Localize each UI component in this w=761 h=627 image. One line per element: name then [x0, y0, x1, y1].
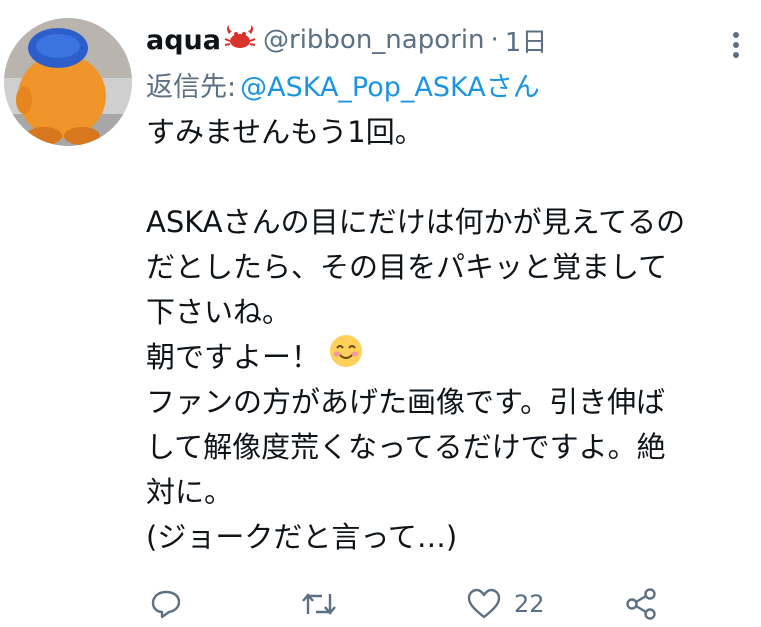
tweet[interactable]: aqua @ribbon_naporin · 1日 返信先: @ASKA_Pop… [0, 0, 761, 627]
tweet-text-line: して解像度荒くなってるだけですよ。絶 [146, 430, 666, 464]
tweet-text-line: ASKAさんの目にだけは何かが見えてるの [146, 205, 686, 239]
share-button[interactable] [624, 586, 658, 622]
tweet-text-line: ファンの方があげた画像です。引き伸ば [146, 385, 666, 419]
smiling-face-emoji-icon [328, 333, 364, 382]
action-bar: 22 [0, 586, 761, 622]
tweet-text-line: だとしたら、その目をパキッと覚まして [146, 250, 668, 284]
tweet-text-line: 対に。 [146, 475, 234, 509]
share-icon [624, 587, 658, 621]
heart-icon [466, 588, 502, 620]
tweet-text-segment: 朝ですよー！ [146, 340, 321, 374]
tweet-text-blank-line [146, 155, 736, 200]
tweet-text-line: 下さいね。 [146, 295, 292, 329]
reply-button[interactable] [150, 586, 182, 622]
tweet-header: aqua @ribbon_naporin · 1日 [146, 18, 736, 62]
tweet-content: aqua @ribbon_naporin · 1日 返信先: @ASKA_Pop… [146, 18, 736, 560]
reply-label: 返信先: [146, 71, 237, 103]
retweet-icon [300, 588, 338, 620]
reply-context: 返信先: @ASKA_Pop_ASKAさん [146, 64, 736, 104]
tweet-time[interactable]: 1日 [505, 22, 548, 59]
user-handle[interactable]: @ribbon_naporin [263, 25, 485, 55]
crab-emoji-icon [223, 22, 257, 59]
display-name[interactable]: aqua [146, 25, 221, 56]
tweet-text-line: すみませんもう1回。 [146, 115, 424, 149]
reply-icon [150, 588, 182, 620]
tweet-text-line-with-emoji: 朝ですよー！ [146, 335, 736, 380]
avatar[interactable] [4, 18, 132, 146]
tweet-text-line: (ジョークだと言って…) [146, 520, 458, 554]
like-count: 22 [514, 590, 545, 618]
reply-to-link[interactable]: @ASKA_Pop_ASKAさん [240, 65, 540, 104]
more-vertical-icon[interactable] [726, 30, 746, 60]
retweet-button[interactable] [300, 586, 338, 622]
tweet-text: すみませんもう1回。 ASKAさんの目にだけは何かが見えてるの だとしたら、その… [146, 110, 736, 560]
like-button[interactable]: 22 [466, 586, 545, 622]
separator-dot: · [490, 25, 499, 55]
